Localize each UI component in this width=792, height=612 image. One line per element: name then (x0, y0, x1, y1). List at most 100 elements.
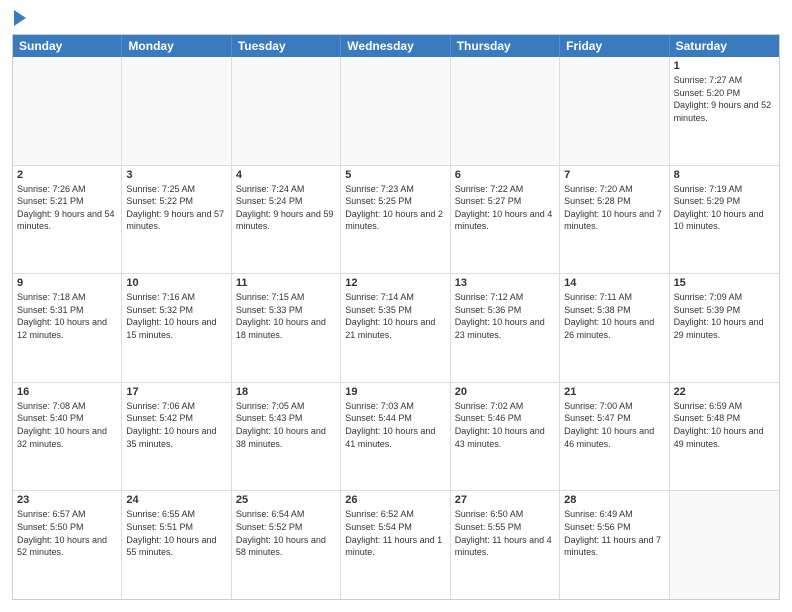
day-number: 27 (455, 494, 555, 506)
calendar-row-4: 16 Sunrise: 7:08 AM Sunset: 5:40 PM Dayli… (13, 383, 779, 492)
calendar-row-2: 2 Sunrise: 7:26 AM Sunset: 5:21 PM Daylig… (13, 166, 779, 275)
calendar-body: 1 Sunrise: 7:27 AM Sunset: 5:20 PM Daylig… (13, 57, 779, 599)
day-cell-9: 9 Sunrise: 7:18 AM Sunset: 5:31 PM Daylig… (13, 274, 122, 382)
day-cell-5: 5 Sunrise: 7:23 AM Sunset: 5:25 PM Daylig… (341, 166, 450, 274)
day-cell-4: 4Sunrise: 7:24 AM Sunset: 5:24 PM Daylig… (232, 166, 341, 274)
day-info: Sunrise: 7:09 AM Sunset: 5:39 PM Dayligh… (674, 291, 775, 341)
calendar-row-5: 23 Sunrise: 6:57 AM Sunset: 5:50 PM Dayli… (13, 491, 779, 599)
day-number: 11 (236, 277, 336, 289)
day-info: Sunrise: 7:24 AM Sunset: 5:24 PM Dayligh… (236, 183, 336, 233)
day-number: 17 (126, 386, 226, 398)
day-number: 2 (17, 169, 117, 181)
day-info: Sunrise: 7:16 AM Sunset: 5:32 PM Dayligh… (126, 291, 226, 341)
day-info: Sunrise: 7:25 AM Sunset: 5:22 PM Dayligh… (126, 183, 226, 233)
calendar-row-1: 1 Sunrise: 7:27 AM Sunset: 5:20 PM Daylig… (13, 57, 779, 166)
calendar-header: SundayMondayTuesdayWednesdayThursdayFrid… (13, 35, 779, 57)
day-info: Sunrise: 6:49 AM Sunset: 5:56 PM Dayligh… (564, 508, 664, 558)
page: SundayMondayTuesdayWednesdayThursdayFrid… (0, 0, 792, 612)
day-info: Sunrise: 7:08 AM Sunset: 5:40 PM Dayligh… (17, 400, 117, 450)
day-cell-28: 28Sunrise: 6:49 AM Sunset: 5:56 PM Dayli… (560, 491, 669, 599)
day-info: Sunrise: 6:59 AM Sunset: 5:48 PM Dayligh… (674, 400, 775, 450)
weekday-header-monday: Monday (122, 35, 231, 57)
day-info: Sunrise: 7:05 AM Sunset: 5:43 PM Dayligh… (236, 400, 336, 450)
day-cell-26: 26Sunrise: 6:52 AM Sunset: 5:54 PM Dayli… (341, 491, 450, 599)
day-info: Sunrise: 7:00 AM Sunset: 5:47 PM Dayligh… (564, 400, 664, 450)
day-cell-2: 2 Sunrise: 7:26 AM Sunset: 5:21 PM Daylig… (13, 166, 122, 274)
day-info: Sunrise: 7:18 AM Sunset: 5:31 PM Dayligh… (17, 291, 117, 341)
day-info: Sunrise: 7:26 AM Sunset: 5:21 PM Dayligh… (17, 183, 117, 233)
day-cell-20: 20 Sunrise: 7:02 AM Sunset: 5:46 PM Dayli… (451, 383, 560, 491)
empty-cell-r0c2 (232, 57, 341, 165)
day-number: 23 (17, 494, 117, 506)
day-number: 8 (674, 169, 775, 181)
day-cell-6: 6Sunrise: 7:22 AM Sunset: 5:27 PM Daylig… (451, 166, 560, 274)
day-cell-24: 24Sunrise: 6:55 AM Sunset: 5:51 PM Dayli… (122, 491, 231, 599)
day-number: 19 (345, 386, 445, 398)
calendar-row-3: 9 Sunrise: 7:18 AM Sunset: 5:31 PM Daylig… (13, 274, 779, 383)
day-info: Sunrise: 7:20 AM Sunset: 5:28 PM Dayligh… (564, 183, 664, 233)
day-number: 5 (345, 169, 445, 181)
day-info: Sunrise: 7:02 AM Sunset: 5:46 PM Dayligh… (455, 400, 555, 450)
day-info: Sunrise: 6:55 AM Sunset: 5:51 PM Dayligh… (126, 508, 226, 558)
day-number: 6 (455, 169, 555, 181)
day-cell-14: 14 Sunrise: 7:11 AM Sunset: 5:38 PM Dayli… (560, 274, 669, 382)
weekday-header-tuesday: Tuesday (232, 35, 341, 57)
weekday-header-sunday: Sunday (13, 35, 122, 57)
day-number: 20 (455, 386, 555, 398)
day-number: 16 (17, 386, 117, 398)
day-number: 15 (674, 277, 775, 289)
day-info: Sunrise: 7:14 AM Sunset: 5:35 PM Dayligh… (345, 291, 445, 341)
weekday-header-friday: Friday (560, 35, 669, 57)
day-info: Sunrise: 7:27 AM Sunset: 5:20 PM Dayligh… (674, 74, 775, 124)
day-cell-10: 10 Sunrise: 7:16 AM Sunset: 5:32 PM Dayli… (122, 274, 231, 382)
day-number: 1 (674, 60, 775, 72)
day-number: 3 (126, 169, 226, 181)
day-number: 10 (126, 277, 226, 289)
day-number: 7 (564, 169, 664, 181)
day-info: Sunrise: 7:12 AM Sunset: 5:36 PM Dayligh… (455, 291, 555, 341)
day-info: Sunrise: 7:15 AM Sunset: 5:33 PM Dayligh… (236, 291, 336, 341)
day-info: Sunrise: 7:06 AM Sunset: 5:42 PM Dayligh… (126, 400, 226, 450)
day-info: Sunrise: 7:19 AM Sunset: 5:29 PM Dayligh… (674, 183, 775, 233)
day-cell-17: 17 Sunrise: 7:06 AM Sunset: 5:42 PM Dayli… (122, 383, 231, 491)
empty-cell-r0c0 (13, 57, 122, 165)
day-info: Sunrise: 6:50 AM Sunset: 5:55 PM Dayligh… (455, 508, 555, 558)
weekday-header-thursday: Thursday (451, 35, 560, 57)
day-cell-13: 13 Sunrise: 7:12 AM Sunset: 5:36 PM Dayli… (451, 274, 560, 382)
day-info: Sunrise: 6:54 AM Sunset: 5:52 PM Dayligh… (236, 508, 336, 558)
header (12, 12, 780, 26)
empty-cell-r0c4 (451, 57, 560, 165)
day-info: Sunrise: 6:57 AM Sunset: 5:50 PM Dayligh… (17, 508, 117, 558)
day-cell-8: 8 Sunrise: 7:19 AM Sunset: 5:29 PM Daylig… (670, 166, 779, 274)
calendar: SundayMondayTuesdayWednesdayThursdayFrid… (12, 34, 780, 600)
logo (12, 12, 26, 26)
day-cell-18: 18 Sunrise: 7:05 AM Sunset: 5:43 PM Dayli… (232, 383, 341, 491)
day-info: Sunrise: 7:11 AM Sunset: 5:38 PM Dayligh… (564, 291, 664, 341)
day-number: 18 (236, 386, 336, 398)
day-number: 14 (564, 277, 664, 289)
logo-arrow-icon (14, 10, 26, 26)
day-number: 13 (455, 277, 555, 289)
empty-cell-r0c1 (122, 57, 231, 165)
day-cell-1: 1 Sunrise: 7:27 AM Sunset: 5:20 PM Daylig… (670, 57, 779, 165)
day-cell-25: 25 Sunrise: 6:54 AM Sunset: 5:52 PM Dayli… (232, 491, 341, 599)
day-cell-3: 3 Sunrise: 7:25 AM Sunset: 5:22 PM Daylig… (122, 166, 231, 274)
day-info: Sunrise: 7:03 AM Sunset: 5:44 PM Dayligh… (345, 400, 445, 450)
day-number: 25 (236, 494, 336, 506)
day-number: 21 (564, 386, 664, 398)
day-number: 12 (345, 277, 445, 289)
empty-cell-r0c3 (341, 57, 450, 165)
day-cell-21: 21 Sunrise: 7:00 AM Sunset: 5:47 PM Dayli… (560, 383, 669, 491)
empty-cell-r0c5 (560, 57, 669, 165)
weekday-header-wednesday: Wednesday (341, 35, 450, 57)
day-number: 9 (17, 277, 117, 289)
empty-cell-r4c6 (670, 491, 779, 599)
day-cell-15: 15 Sunrise: 7:09 AM Sunset: 5:39 PM Dayli… (670, 274, 779, 382)
day-cell-7: 7 Sunrise: 7:20 AM Sunset: 5:28 PM Daylig… (560, 166, 669, 274)
day-cell-22: 22 Sunrise: 6:59 AM Sunset: 5:48 PM Dayli… (670, 383, 779, 491)
day-number: 22 (674, 386, 775, 398)
day-number: 26 (345, 494, 445, 506)
day-cell-12: 12 Sunrise: 7:14 AM Sunset: 5:35 PM Dayli… (341, 274, 450, 382)
day-info: Sunrise: 7:23 AM Sunset: 5:25 PM Dayligh… (345, 183, 445, 233)
weekday-header-saturday: Saturday (670, 35, 779, 57)
